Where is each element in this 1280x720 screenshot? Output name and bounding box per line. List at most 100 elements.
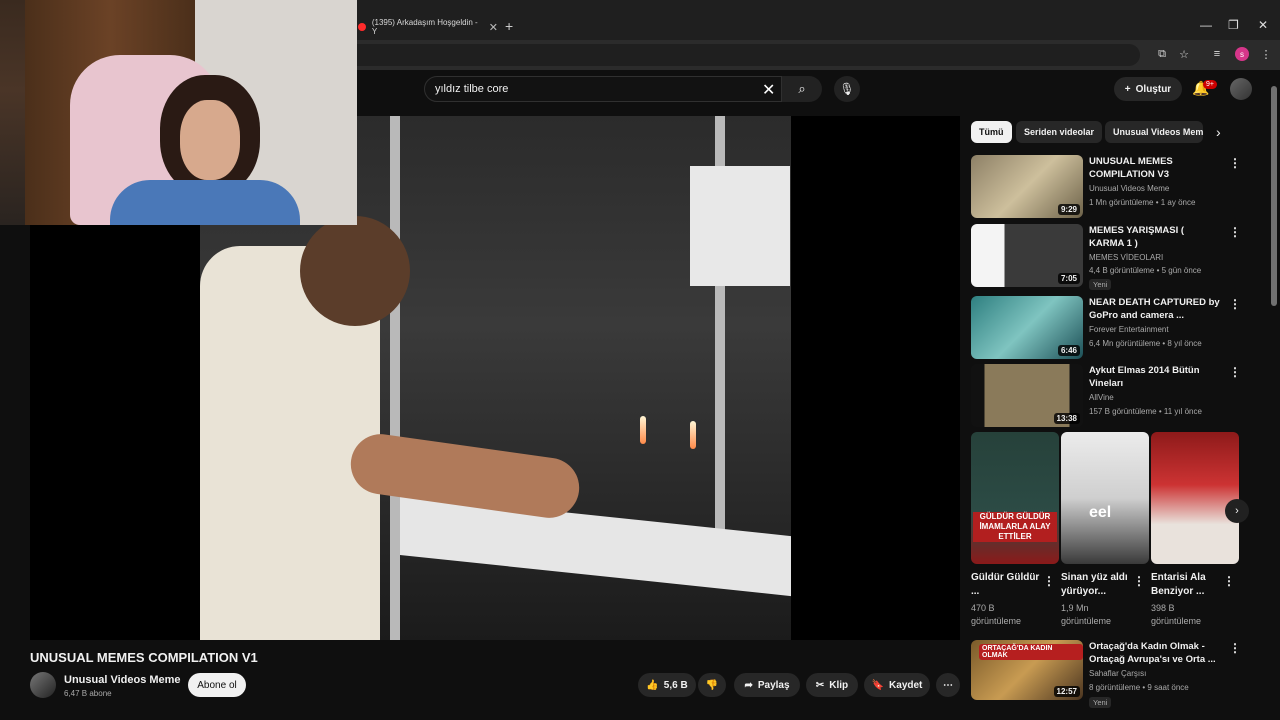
clip-label: Klip [829,679,849,691]
scrollbar-thumb[interactable] [1271,86,1277,306]
short-title[interactable]: Güldür Güldür ... [971,571,1041,599]
share-label: Paylaş [757,679,790,691]
recommendation-channel[interactable]: Forever Entertainment [1089,325,1169,334]
clip-button[interactable]: ✂ Klip [806,673,858,697]
create-label: Oluştur [1135,83,1172,95]
bookmark-star-icon[interactable]: ☆ [1175,45,1193,63]
short-thumbnail-caption: eel [1089,504,1112,521]
more-vertical-icon[interactable]: ⋮ [1229,297,1241,311]
thumbs-up-icon: 👍 [646,679,659,691]
thumbs-down-icon: 👎 [705,679,719,691]
webcam-overlay [0,0,357,225]
minimize-button[interactable]: — [1200,18,1212,32]
search-button[interactable]: ⌕ [782,76,822,102]
new-tab-button[interactable]: + [505,18,513,34]
recommendation-channel[interactable]: MEMES VİDEOLARI [1089,253,1163,262]
close-window-button[interactable]: ✕ [1258,18,1268,32]
short-thumbnail[interactable] [1151,432,1239,564]
video-duration: 9:29 [1057,204,1080,215]
recommendation-meta: 6,4 Mn görüntüleme • 8 yıl önce [1089,339,1202,348]
short-thumbnail[interactable]: eel [1061,432,1149,564]
bookmark-icon: 🔖 [871,679,885,691]
short-views: 470 B görüntüleme [971,603,1022,626]
recommendation-meta: 1 Mn görüntüleme • 1 ay önce [1089,198,1196,207]
like-button[interactable]: 👍 5,6 B [638,673,696,697]
more-vertical-icon[interactable]: ⋮ [1133,574,1145,588]
more-vertical-icon[interactable]: ⋮ [1223,574,1235,588]
voice-search-button[interactable]: 🎙 [834,76,860,102]
video-sparkler [690,421,696,449]
thumbnail-caption: ORTAÇAĞ'DA KADIN OLMAK [979,644,1083,660]
video-duration: 13:38 [1053,413,1080,424]
video-duration: 6:46 [1057,345,1080,356]
tab-title: (1395) Arkadaşım Hoşgeldin - Y [371,18,478,36]
more-vertical-icon[interactable]: ⋮ [1229,156,1241,170]
short-views: 398 B görüntüleme [1151,603,1202,626]
recommendation-thumbnail[interactable]: ORTAÇAĞ'DA KADIN OLMAK 12:57 [971,640,1083,700]
recommendation-channel[interactable]: Sahaflar Çarşısı [1089,669,1146,678]
chevron-right-icon[interactable]: › [1225,499,1249,523]
save-label: Kaydet [889,679,923,691]
dislike-button[interactable]: 👎 [698,673,726,697]
share-button[interactable]: ➦ Paylaş [734,673,800,697]
media-control-icon[interactable]: ≡ [1208,45,1226,63]
browser-menu-icon[interactable]: ⋮ [1257,45,1275,63]
short-thumbnail-caption: GÜLDÜR GÜLDÜR İMAMLARLA ALAY ETTİLER [973,512,1057,542]
recommendation-title[interactable]: Ortaçağ'da Kadın Olmak - Ortaçağ Avrupa'… [1089,640,1221,666]
recommendation-title[interactable]: Aykut Elmas 2014 Bütün Vineları [1089,364,1221,390]
more-vertical-icon[interactable]: ⋮ [1043,574,1055,588]
recommendation-meta: 157 B görüntüleme • 11 yıl önce [1089,407,1202,416]
recommendation-thumbnail[interactable]: 9:29 [971,155,1083,218]
recommendation-channel[interactable]: Unusual Videos Meme [1089,184,1169,193]
subscribe-button[interactable]: Abone ol [188,673,246,697]
save-button[interactable]: 🔖 Kaydet [864,673,930,697]
more-vertical-icon[interactable]: ⋮ [1229,641,1241,655]
video-man-head [300,216,410,326]
browser-profile-avatar[interactable]: s [1235,47,1249,61]
recommendation-title[interactable]: NEAR DEATH CAPTURED by GoPro and camera … [1089,296,1221,322]
create-button[interactable]: + Oluştur [1114,77,1182,101]
more-horizontal-icon: ⋯ [943,679,953,691]
address-bar[interactable] [340,44,1140,66]
scissors-icon: ✂ [815,679,825,691]
chevron-right-icon[interactable]: › [1216,124,1221,140]
new-badge: Yeni [1089,697,1112,708]
more-vertical-icon[interactable]: ⋮ [1229,365,1241,379]
recommendation-meta: 8 görüntüleme • 9 saat önce [1089,683,1189,692]
recommendation-thumbnail[interactable]: 7:05 [971,224,1083,287]
share-arrow-icon: ➦ [744,679,753,691]
video-duration: 7:05 [1057,273,1080,284]
clear-search-icon[interactable]: ✕ [762,80,775,100]
search-input[interactable]: yıldız tilbe core [424,76,782,102]
recommendation-title[interactable]: UNUSUAL MEMES COMPILATION V3 [1089,155,1221,181]
recommendation-title[interactable]: MEMES YARIŞMASI ( KARMA 1 ) [1089,224,1221,250]
more-vertical-icon[interactable]: ⋮ [1229,225,1241,239]
chip-series[interactable]: Seriden videolar [1016,121,1103,143]
webcam-face [180,100,240,180]
account-avatar[interactable] [1230,78,1252,100]
webcam-shirt [110,180,300,225]
recommendation-thumbnail[interactable]: 6:46 [971,296,1083,359]
recommendation-channel[interactable]: AllVine [1089,393,1114,402]
plus-icon: + [1124,83,1131,95]
channel-avatar[interactable] [30,672,56,698]
maximize-button[interactable]: ❐ [1228,18,1239,32]
recommendation-meta: 4,4 B görüntüleme • 5 gün önce [1089,266,1202,275]
channel-subscribers: 6,47 B abone [64,689,112,698]
chip-channel[interactable]: Unusual Videos Meme [1105,121,1203,143]
close-tab-icon[interactable]: ✕ [489,21,498,34]
search-icon: ⌕ [798,81,806,96]
channel-name[interactable]: Unusual Videos Meme [64,674,181,686]
recommendation-thumbnail[interactable]: 13:38 [971,364,1083,427]
short-title[interactable]: Entarisi Ala Benziyor ... [1151,571,1221,599]
short-thumbnail[interactable]: GÜLDÜR GÜLDÜR İMAMLARLA ALAY ETTİLER [971,432,1059,564]
video-duration: 12:57 [1053,686,1080,697]
install-app-icon[interactable]: ⧉ [1153,45,1171,63]
browser-tab[interactable]: (1395) Arkadaşım Hoşgeldin - Y ✕ [352,18,498,36]
chip-all[interactable]: Tümü [971,121,1012,143]
short-title[interactable]: Sinan yüz aldı yürüyor... [1061,571,1131,599]
youtube-favicon-icon [358,23,366,31]
video-ledge [400,494,791,598]
video-pole [390,116,400,640]
more-actions-button[interactable]: ⋯ [936,673,960,697]
